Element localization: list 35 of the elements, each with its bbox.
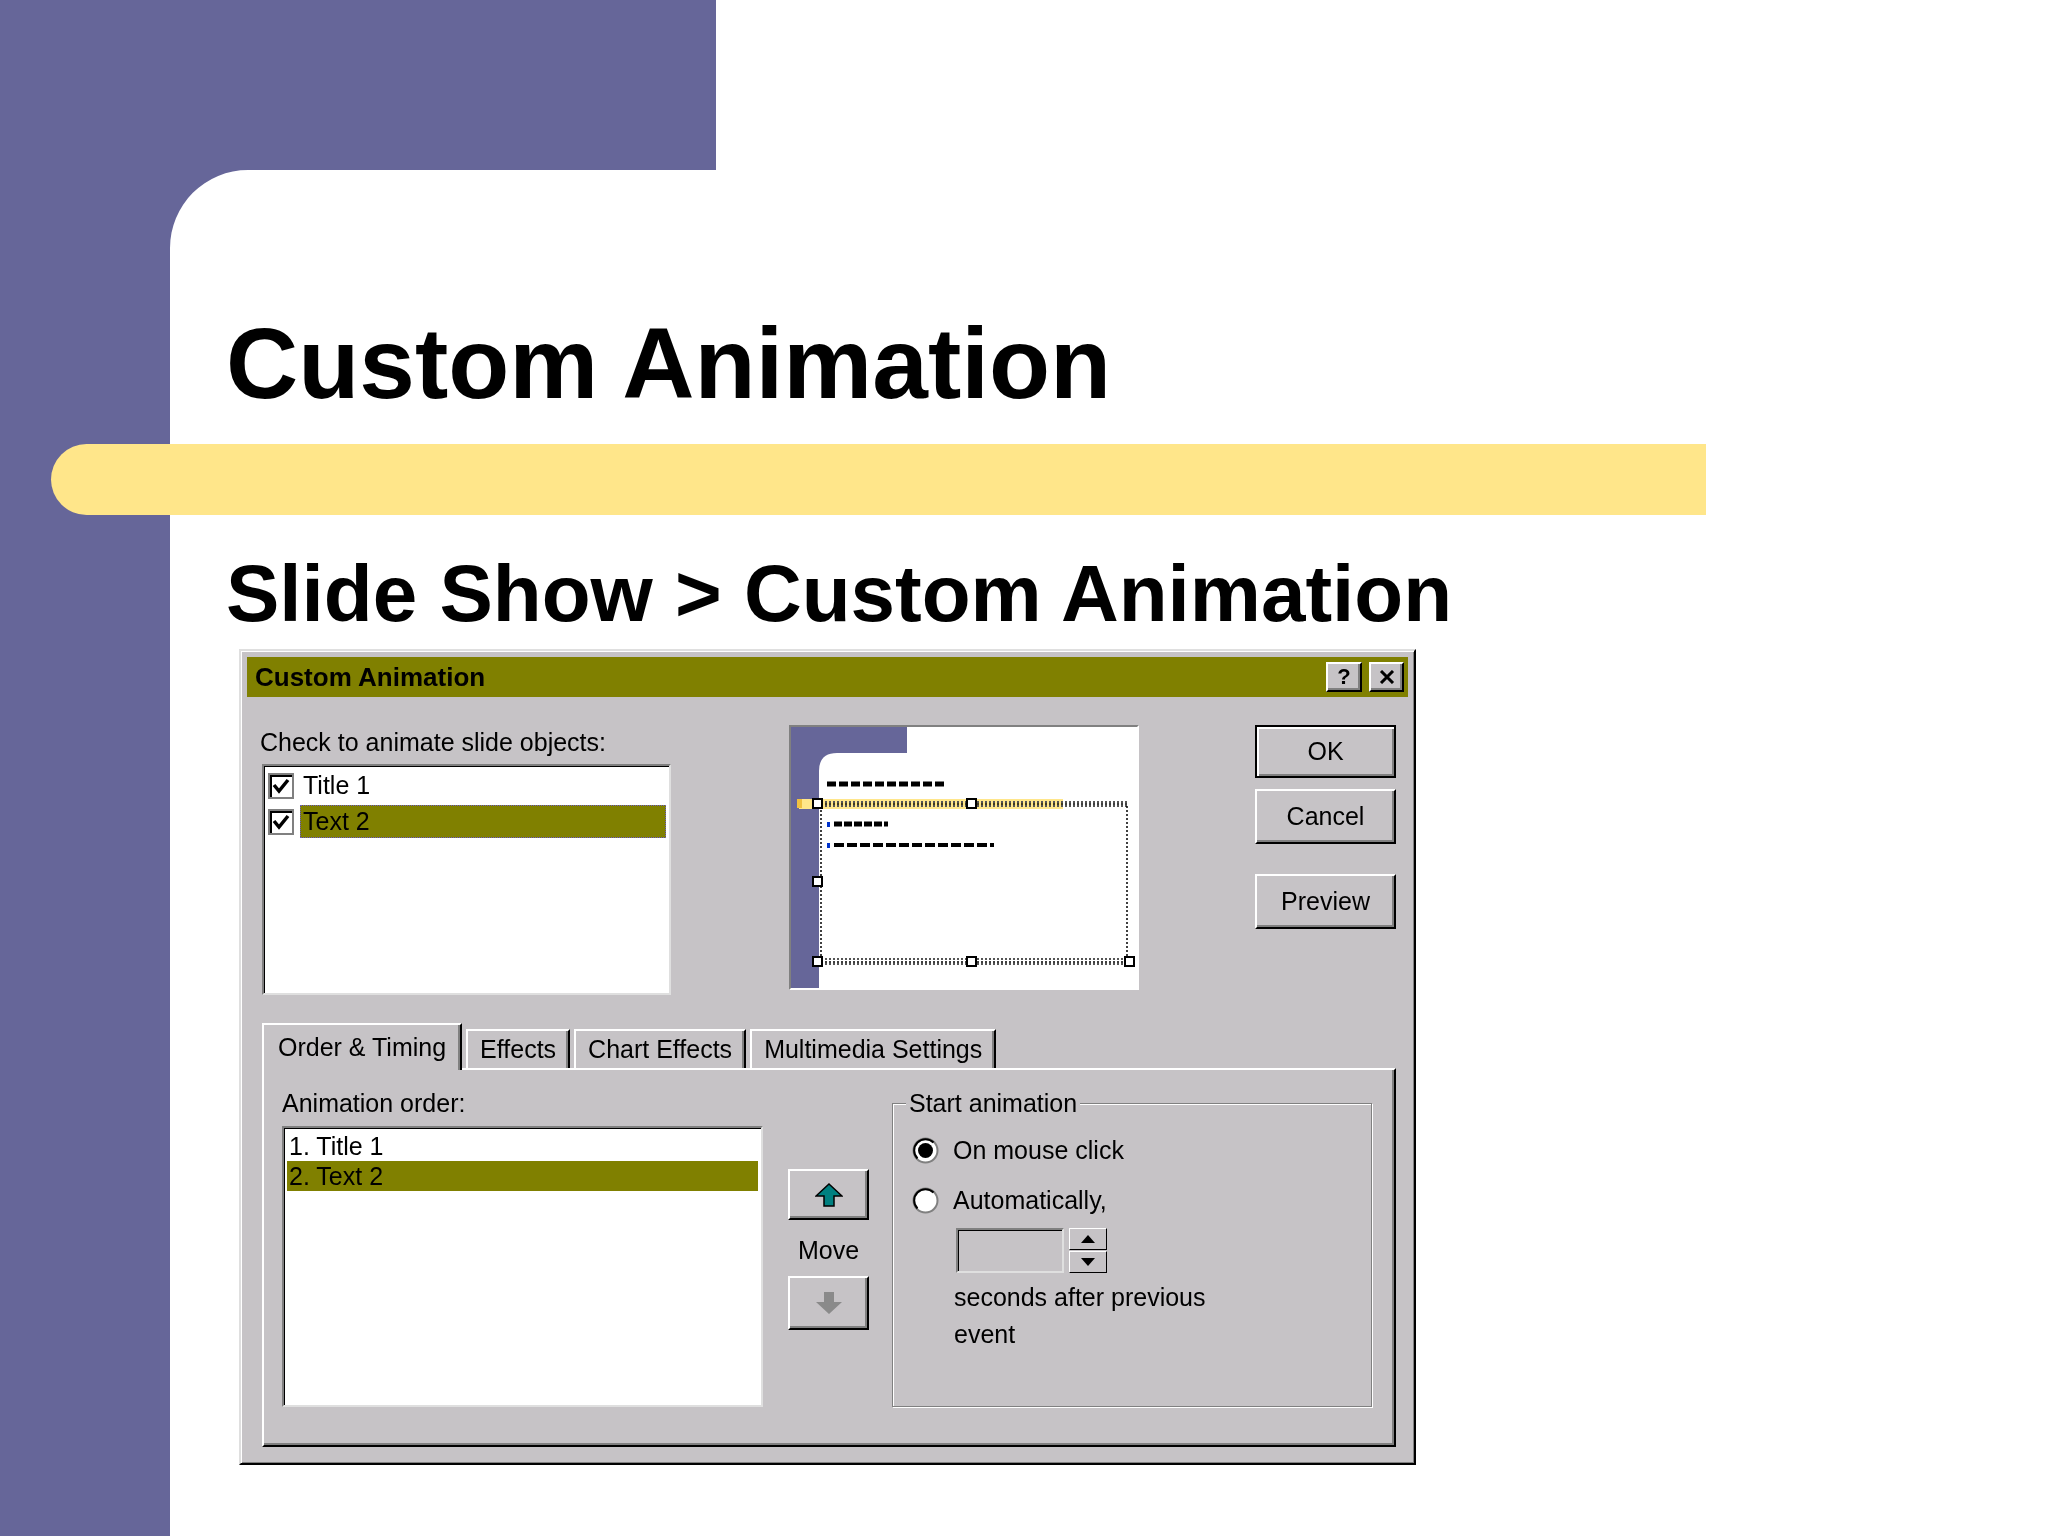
radio-button[interactable] — [912, 1136, 939, 1164]
triangle-down-icon — [1081, 1258, 1095, 1266]
radio-label: On mouse click — [953, 1137, 1124, 1163]
tab[interactable]: Multimedia Settings — [750, 1029, 997, 1068]
spin-down-button[interactable] — [1069, 1251, 1107, 1273]
field-label: Animation order: — [282, 1089, 466, 1117]
preview-button[interactable]: Preview — [1255, 874, 1396, 929]
help-button[interactable]: ? — [1326, 662, 1362, 692]
window-title: Custom Animation — [255, 664, 486, 690]
spin-up-button[interactable] — [1069, 1228, 1107, 1250]
caption-text: seconds after previous event — [954, 1282, 1207, 1350]
list-item[interactable]: Text 2 — [300, 805, 666, 838]
checkbox[interactable] — [268, 808, 294, 835]
cancel-button[interactable]: Cancel — [1255, 789, 1396, 844]
ok-button[interactable]: OK — [1255, 725, 1396, 778]
animation-order-list[interactable]: 1. Title 1 2. Text 2 — [282, 1126, 763, 1407]
list-item[interactable]: Title 1 — [300, 769, 666, 802]
triangle-up-icon — [1081, 1235, 1095, 1243]
object-list[interactable]: Title 1 Text 2 — [262, 764, 671, 995]
arrow-up-icon — [814, 1182, 843, 1207]
field-label: Move — [797, 1236, 860, 1264]
radio-label: Automatically, — [953, 1187, 1107, 1213]
move-up-button[interactable] — [788, 1169, 869, 1220]
close-icon — [1378, 670, 1395, 684]
close-button[interactable] — [1369, 662, 1404, 692]
slide-title: Custom Animation — [226, 313, 1112, 413]
tab[interactable]: Chart Effects — [574, 1029, 747, 1068]
checkbox[interactable] — [268, 772, 294, 799]
tab[interactable]: Effects — [466, 1029, 571, 1068]
arrow-down-icon — [814, 1291, 843, 1315]
tab[interactable]: Order & Timing — [262, 1023, 463, 1070]
slide-subtitle: Slide Show > Custom Animation — [226, 554, 1452, 634]
radio-button[interactable] — [912, 1186, 939, 1214]
list-item[interactable]: 2. Text 2 — [287, 1161, 758, 1191]
field-label: Check to animate slide objects: — [260, 728, 606, 756]
